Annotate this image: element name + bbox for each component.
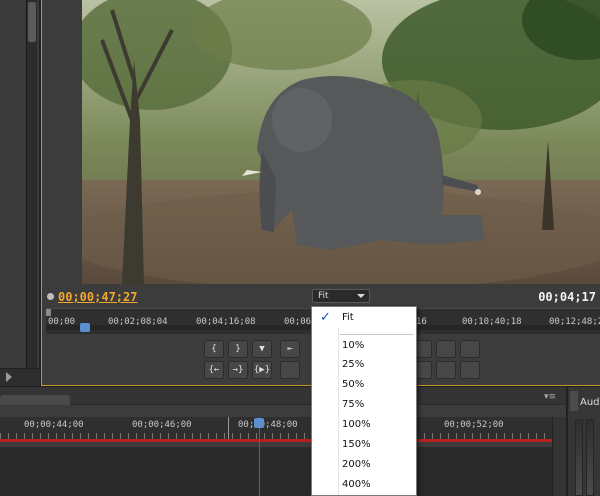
add-marker-button[interactable]: ▼ xyxy=(252,340,272,358)
zoom-level-select[interactable]: Fit xyxy=(312,289,370,303)
ruler-label: 00;06 xyxy=(284,317,312,327)
mark-out-button[interactable]: } xyxy=(228,340,248,358)
scrollbar-thumb[interactable] xyxy=(28,2,36,42)
zoom-option-150[interactable]: 150% xyxy=(312,435,416,454)
project-panel-scrollbar[interactable] xyxy=(26,0,37,370)
zoom-option-50[interactable]: 50% xyxy=(312,375,416,394)
timecode-indicator-icon xyxy=(47,293,54,300)
play-in-to-out-button[interactable]: {▶} xyxy=(252,361,272,379)
menu-separator xyxy=(340,334,414,335)
audio-panel-label: Audi xyxy=(580,397,600,408)
playhead-line xyxy=(259,417,260,496)
zoom-option-400[interactable]: 400% xyxy=(312,475,416,494)
ruler-label: 00;10;40;18 xyxy=(462,317,522,327)
zoom-option-200[interactable]: 200% xyxy=(312,455,416,474)
work-area-bar[interactable] xyxy=(0,439,552,442)
ruler-label: 00;04;16;08 xyxy=(196,317,256,327)
go-to-out-point-button[interactable]: →} xyxy=(228,361,248,379)
zoom-option-10[interactable]: 10% xyxy=(312,336,416,355)
audio-meter-left xyxy=(575,419,583,496)
timeline-ruler[interactable]: 00;00;44;00 00;00;46;00 00;00;48;00 00;0… xyxy=(0,417,552,439)
sequence-tab[interactable] xyxy=(0,395,70,405)
output-icon[interactable] xyxy=(460,340,480,358)
timeline-playhead[interactable] xyxy=(254,418,264,428)
camera-icon[interactable] xyxy=(436,361,456,379)
zoom-option-25[interactable]: 25% xyxy=(312,355,416,374)
timeline-tab-bar: ▾≡ xyxy=(0,387,566,405)
go-to-in-point-button[interactable]: {← xyxy=(204,361,224,379)
zoom-option-100[interactable]: 100% xyxy=(312,415,416,434)
panel-menu-icon[interactable]: ▾≡ xyxy=(544,392,556,402)
ruler-label: 00;00;48;00 xyxy=(238,420,298,430)
ruler-label: 00;00;44;00 xyxy=(24,420,84,430)
in-point-marker[interactable] xyxy=(46,309,51,316)
safe-margins-icon[interactable] xyxy=(436,340,456,358)
timeline-marker xyxy=(228,417,229,439)
zoom-option-75[interactable]: 75% xyxy=(312,395,416,414)
checkmark-icon: ✓ xyxy=(320,310,331,325)
sequence-timeline: ▾≡ 00;00;44;00 00;00;46;00 00;00;48;00 0… xyxy=(0,387,566,496)
zoom-option-fit[interactable]: ✓ Fit xyxy=(312,308,416,327)
zoom-level-menu: ✓ Fit 10% 25% 50% 75% 100% 150% 200% 400… xyxy=(311,306,417,496)
audio-meter-right xyxy=(586,419,594,496)
project-panel xyxy=(0,0,40,386)
video-frame-image xyxy=(82,0,600,284)
ruler-label: 00;00;46;00 xyxy=(132,420,192,430)
play-arrow-icon[interactable] xyxy=(6,372,12,382)
ruler-label: 00;12;48;22 xyxy=(549,317,600,327)
timeline-vertical-scrollbar[interactable] xyxy=(552,417,566,496)
zoom-option-label: Fit xyxy=(342,312,354,323)
audio-panel-tab[interactable] xyxy=(570,391,578,411)
project-panel-footer xyxy=(0,368,40,386)
current-timecode[interactable]: 00;00;47;27 xyxy=(58,290,137,304)
zoom-level-value: Fit xyxy=(318,291,329,301)
ruler-label: 16 xyxy=(416,317,427,327)
playhead[interactable] xyxy=(80,323,90,332)
ruler-label: 00;00;52;00 xyxy=(444,420,504,430)
audio-meters-panel: Audi xyxy=(567,387,600,496)
jog-shuttle-control[interactable] xyxy=(280,361,300,379)
ruler-label: 00;02;08;04 xyxy=(108,317,168,327)
multicam-icon[interactable] xyxy=(460,361,480,379)
chevron-down-icon xyxy=(357,294,365,298)
go-to-in-button[interactable]: ⇤ xyxy=(280,340,300,358)
video-frame xyxy=(82,0,600,284)
track-area[interactable] xyxy=(0,447,552,496)
mark-in-button[interactable]: { xyxy=(204,340,224,358)
duration-timecode: 00;04;17 xyxy=(538,290,596,304)
ruler-label: 00;00 xyxy=(48,317,76,327)
